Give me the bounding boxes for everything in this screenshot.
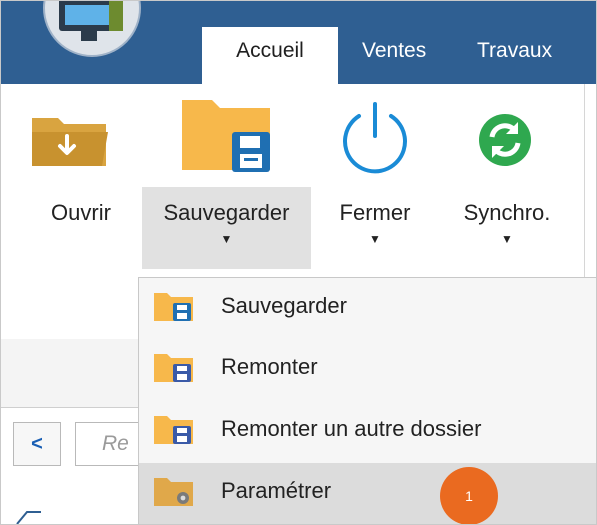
sync-button-label: Synchro. — [463, 200, 551, 225]
sync-icon — [479, 114, 531, 166]
app-window: Accueil Ventes Travaux Ouvrir Sauvegarde… — [0, 0, 597, 525]
bottom-panel — [1, 484, 141, 524]
open-button-label: Ouvrir — [51, 200, 111, 225]
menu-item-restore-label: Remonter — [221, 354, 318, 379]
app-logo-icon[interactable] — [43, 1, 141, 57]
step-badge: 1 — [440, 467, 498, 524]
ribbon-tab-bar: Accueil Ventes Travaux — [1, 1, 596, 84]
open-button[interactable]: Ouvrir — [26, 84, 136, 269]
sync-button[interactable]: Synchro. ▼ — [441, 84, 573, 269]
menu-item-restore[interactable]: Remonter — [139, 339, 596, 397]
back-button[interactable]: < — [13, 422, 61, 466]
menu-item-restore-other-label: Remonter un autre dossier — [221, 416, 482, 441]
menu-item-save[interactable]: Sauvegarder — [139, 278, 596, 336]
menu-item-restore-other[interactable]: Remonter un autre dossier — [139, 401, 596, 459]
folder-save-icon — [182, 100, 270, 172]
folder-save-icon — [154, 293, 193, 321]
folder-restore-icon — [154, 354, 193, 382]
folder-open-icon — [32, 118, 108, 166]
tab-accueil[interactable]: Accueil — [202, 27, 338, 84]
folder-settings-icon — [154, 478, 193, 506]
action-icon — [16, 511, 41, 524]
sync-dropdown-arrow-icon[interactable]: ▼ — [441, 232, 573, 246]
close-button-label: Fermer — [339, 200, 411, 225]
tab-travaux[interactable]: Travaux — [477, 27, 552, 84]
tab-ventes[interactable]: Ventes — [362, 27, 426, 84]
folder-restore-icon — [154, 416, 193, 444]
save-dropdown-arrow-icon[interactable]: ▼ — [142, 232, 311, 246]
power-icon — [343, 102, 407, 174]
save-button-label: Sauvegarder — [163, 200, 290, 225]
menu-item-settings-label: Paramétrer — [221, 478, 332, 503]
menu-item-settings[interactable]: Paramétrer — [139, 463, 596, 524]
close-button[interactable]: Fermer ▼ — [319, 84, 431, 269]
menu-item-save-label: Sauvegarder — [221, 293, 347, 318]
close-dropdown-arrow-icon[interactable]: ▼ — [319, 232, 431, 246]
save-button[interactable]: Sauvegarder ▼ — [142, 84, 311, 269]
save-dropdown-menu: Sauvegarder Remonter Remonter un autre d… — [138, 277, 596, 524]
